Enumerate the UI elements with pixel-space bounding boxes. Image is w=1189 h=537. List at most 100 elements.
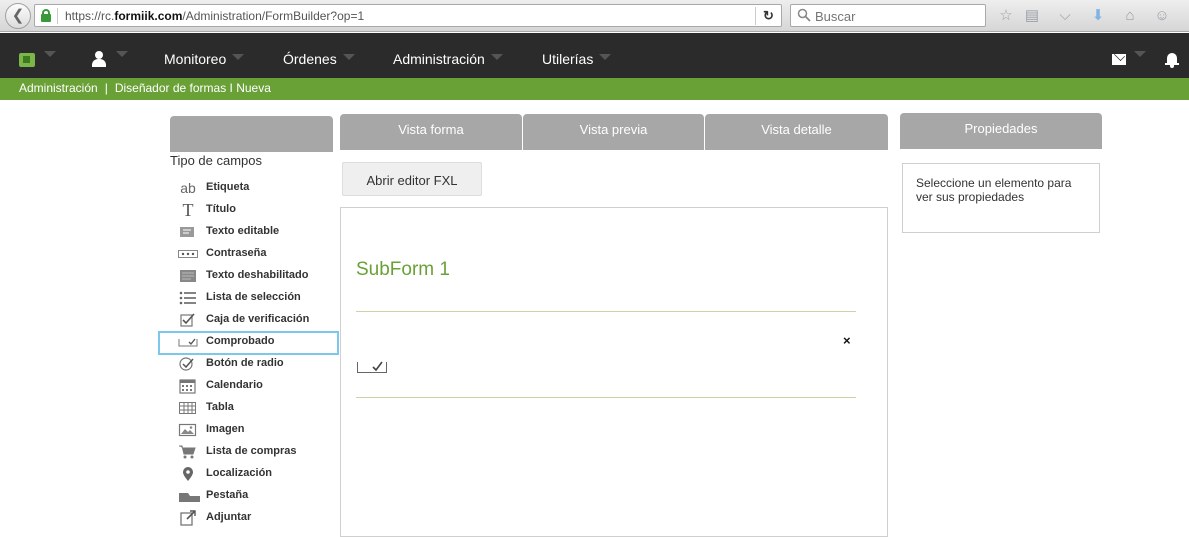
browser-toolbar: ❮ https://rc.formiik.com/Administration/… [0,0,1189,32]
breadcrumb-current: Diseñador de formas I Nueva [114,81,271,95]
mail-icon[interactable] [1112,54,1126,65]
home-icon[interactable]: ⌂ [1120,6,1140,26]
nav-item-label: Utilerías [542,51,594,67]
extension-icon[interactable]: ☺ [1152,6,1172,26]
table-icon [179,402,196,414]
nav-item-utilerias[interactable]: Utilerías [542,33,612,78]
field-item-texto-deshabilitado[interactable]: Texto deshabilitado [170,265,340,287]
field-item-caja-verificacion[interactable]: Caja de verificación [170,309,340,331]
pocket-icon[interactable]: ⌵ [1055,6,1075,26]
subform-title[interactable]: SubForm 1 [356,259,450,281]
tab-vista-detalle[interactable]: Vista detalle [705,114,888,150]
chevron-down-icon [232,54,245,60]
field-item-label: Contraseña [206,247,267,259]
reload-icon[interactable]: ↻ [755,7,781,25]
form-canvas[interactable]: SubForm 1 × [340,207,888,537]
field-type-list: ab Etiqueta T Título Texto editable Cont… [158,177,340,529]
field-item-comprobado[interactable]: Comprobado [158,331,340,355]
field-item-lista-compras[interactable]: Lista de compras [170,441,340,463]
bookmark-star-icon[interactable]: ☆ [996,6,1016,26]
chevron-down-icon[interactable] [1134,51,1146,57]
user-icon[interactable] [90,51,108,69]
image-icon [178,423,197,437]
url-prefix: https://rc. [65,9,115,23]
checkbox-icon [180,313,195,327]
field-item-localizacion[interactable]: Localización [170,463,340,485]
address-divider [57,8,58,24]
field-item-label: Texto deshabilitado [206,269,309,281]
field-item-label: Botón de radio [206,357,284,369]
address-bar[interactable]: https://rc.formiik.com/Administration/Fo… [34,4,782,27]
url-path: /Administration/FormBuilder?op=1 [182,9,365,23]
subform-divider [356,311,856,312]
field-item-label: Caja de verificación [206,313,310,325]
list-icon [179,291,196,305]
app-navbar: Monitoreo Órdenes Administración Utilerí… [0,33,1189,78]
back-icon[interactable]: ❮ [5,3,31,29]
breadcrumb-section[interactable]: Administración [19,81,98,95]
field-item-label: Localización [206,467,273,479]
field-item-texto-editable[interactable]: Texto editable [170,221,340,243]
field-item-label: Imagen [206,423,245,435]
bell-icon[interactable] [1165,52,1179,68]
password-icon [178,250,198,258]
chevron-down-icon[interactable] [44,51,56,57]
field-item-etiqueta[interactable]: ab Etiqueta [170,177,340,199]
field-item-calendario[interactable]: Calendario [170,375,340,397]
field-item-pestana[interactable]: Pestaña [170,485,340,507]
tab-icon [179,493,200,502]
open-fxl-editor-button[interactable]: Abrir editor FXL [342,162,482,196]
calendar-icon [179,379,196,394]
field-item-label: Adjuntar [206,511,252,523]
breadcrumb: Administración | Diseñador de formas I Nue… [0,78,1189,100]
field-item-label: Tabla [206,401,234,413]
breadcrumb-separator: | [104,81,108,95]
tab-label: Vista forma [398,122,464,137]
field-item-contrasena[interactable]: Contraseña [170,243,340,265]
chevron-down-icon [599,54,612,60]
tab-vista-previa[interactable]: Vista previa [523,114,704,150]
checked-icon [178,338,198,347]
url-domain: formiik.com [114,9,183,23]
nav-item-monitoreo[interactable]: Monitoreo [164,33,245,78]
field-divider [356,397,856,398]
download-icon[interactable]: ⬇ [1088,6,1108,26]
nav-item-administracion[interactable]: Administración [393,33,503,78]
field-item-label: Lista de compras [206,445,297,457]
field-item-label: Comprobado [206,335,275,347]
reading-list-icon[interactable]: ▤ [1022,6,1042,26]
tab-label: Vista detalle [761,122,832,137]
close-icon[interactable]: × [843,333,851,348]
chevron-down-icon[interactable] [116,51,128,57]
field-item-lista-seleccion[interactable]: Lista de selección [170,287,340,309]
properties-panel: Seleccione un elemento para ver sus prop… [902,163,1100,233]
properties-hint: Seleccione un elemento para ver sus prop… [916,176,1072,204]
tab-label: Vista previa [579,122,648,137]
properties-header[interactable]: Propiedades [900,113,1102,149]
search-input[interactable] [815,8,975,24]
lock-icon [41,9,51,22]
app-logo-icon[interactable] [19,53,35,67]
field-item-titulo[interactable]: T Título [170,199,340,221]
browser-search[interactable] [790,4,986,27]
attach-icon [180,510,196,526]
nav-item-ordenes[interactable]: Órdenes [283,33,355,78]
field-item-label: Etiqueta [206,181,250,193]
field-item-label: Título [206,203,236,215]
location-icon [183,467,193,481]
chevron-down-icon [342,54,355,60]
nav-item-label: Administración [393,51,485,67]
cart-icon [179,445,196,459]
search-icon [797,8,811,22]
field-item-label: Calendario [206,379,263,391]
field-item-boton-radio[interactable]: Botón de radio [170,353,340,375]
url-text[interactable]: https://rc.formiik.com/Administration/Fo… [65,9,364,23]
field-item-tabla[interactable]: Tabla [170,397,340,419]
text-disabled-icon [180,270,196,282]
nav-item-label: Órdenes [283,51,337,67]
field-item-adjuntar[interactable]: Adjuntar [170,507,340,529]
title-icon: T [182,200,194,220]
tab-vista-forma[interactable]: Vista forma [340,114,522,150]
field-item-imagen[interactable]: Imagen [170,419,340,441]
checked-field-icon[interactable] [357,359,387,374]
